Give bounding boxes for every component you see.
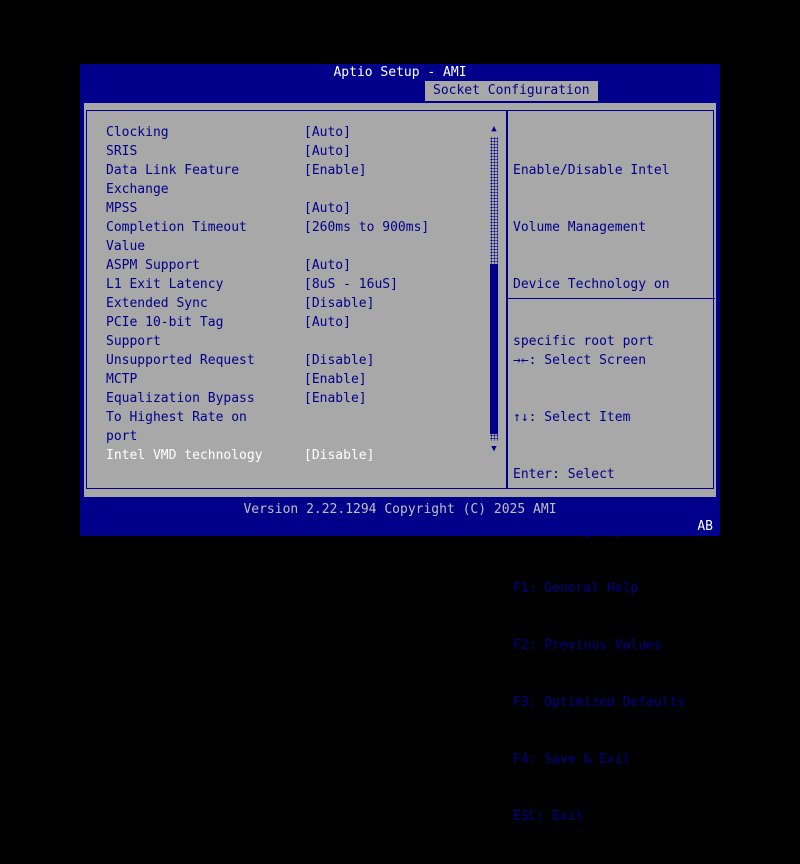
hotkey-select-screen: →←: Select Screen bbox=[513, 351, 685, 370]
scrollbar-thumb[interactable] bbox=[490, 264, 498, 434]
hotkey-change-opt: +/-: Change Opt. bbox=[513, 522, 685, 541]
menu-item-clocking[interactable]: Clocking[Auto] bbox=[87, 123, 490, 142]
hotkey-legend: →←: Select Screen ↑↓: Select Item Enter:… bbox=[513, 313, 685, 864]
hotkey-f4-save-exit: F4: Save & Exit bbox=[513, 750, 685, 769]
main-panel: Clocking[Auto] SRIS[Auto] Data Link Feat… bbox=[84, 103, 716, 497]
option-value[interactable]: [Enable] bbox=[304, 161, 367, 180]
option-value[interactable]: [8uS - 16uS] bbox=[304, 275, 398, 294]
option-value[interactable]: [Enable] bbox=[304, 370, 367, 389]
menu-item-label-wrap: port bbox=[87, 427, 490, 446]
bios-screen: Aptio Setup - AMI Socket Configuration C… bbox=[0, 0, 800, 600]
scroll-down-icon[interactable]: ▼ bbox=[488, 443, 500, 455]
option-value[interactable]: [260ms to 900ms] bbox=[304, 218, 429, 237]
menu-item-extended-sync[interactable]: Extended Sync[Disable] bbox=[87, 294, 490, 313]
menu-item-unsupported-request[interactable]: Unsupported Request[Disable] bbox=[87, 351, 490, 370]
bios-title: Aptio Setup - AMI bbox=[80, 64, 720, 81]
options-pane: Clocking[Auto] SRIS[Auto] Data Link Feat… bbox=[87, 111, 490, 488]
menu-item-mpss[interactable]: MPSS[Auto] bbox=[87, 199, 490, 218]
help-divider bbox=[508, 298, 715, 299]
menu-item-pcie-10bit-tag[interactable]: PCIe 10-bit Tag[Auto] bbox=[87, 313, 490, 332]
menu-item-sris[interactable]: SRIS[Auto] bbox=[87, 142, 490, 161]
hotkey-f3-optimized-defaults: F3: Optimized Defaults bbox=[513, 693, 685, 712]
option-value[interactable]: [Disable] bbox=[304, 351, 374, 370]
option-value[interactable]: [Disable] bbox=[304, 294, 374, 313]
menu-item-equalization-bypass[interactable]: Equalization Bypass[Enable] bbox=[87, 389, 490, 408]
hotkey-esc-exit: ESC: Exit bbox=[513, 807, 685, 826]
menu-item-label-wrap: Support bbox=[87, 332, 490, 351]
menu-item-aspm-support[interactable]: ASPM Support[Auto] bbox=[87, 256, 490, 275]
option-value[interactable]: [Enable] bbox=[304, 389, 367, 408]
menu-item-data-link-feature[interactable]: Data Link Feature[Enable] bbox=[87, 161, 490, 180]
option-value[interactable]: [Auto] bbox=[304, 313, 351, 332]
menu-item-l1-exit-latency[interactable]: L1 Exit Latency[8uS - 16uS] bbox=[87, 275, 490, 294]
tab-socket-configuration[interactable]: Socket Configuration bbox=[425, 81, 598, 101]
option-value[interactable]: [Auto] bbox=[304, 123, 351, 142]
menu-item-label-wrap: To Highest Rate on bbox=[87, 408, 490, 427]
help-pane: Enable/Disable Intel Volume Management D… bbox=[508, 111, 715, 488]
hotkey-f1-general-help: F1: General Help bbox=[513, 579, 685, 598]
menu-item-label-wrap: Value bbox=[87, 237, 490, 256]
hotkey-f2-previous-values: F2: Previous Values bbox=[513, 636, 685, 655]
menu-item-intel-vmd-technology[interactable]: Intel VMD technology[Disable] bbox=[87, 446, 490, 465]
corner-badge: AB bbox=[697, 519, 713, 534]
menu-item-completion-timeout[interactable]: Completion Timeout[260ms to 900ms] bbox=[87, 218, 490, 237]
scrollbar[interactable]: ▲ ▼ bbox=[488, 123, 500, 455]
content-frame: Clocking[Auto] SRIS[Auto] Data Link Feat… bbox=[86, 110, 714, 489]
option-value[interactable]: [Disable] bbox=[304, 446, 374, 465]
menu-item-label-wrap: Exchange bbox=[87, 180, 490, 199]
hotkey-select-item: ↑↓: Select Item bbox=[513, 408, 685, 427]
bios-panel: Aptio Setup - AMI Socket Configuration C… bbox=[80, 64, 720, 536]
version-bar: Version 2.22.1294 Copyright (C) 2025 AMI bbox=[80, 500, 720, 519]
menu-item-mctp[interactable]: MCTP[Enable] bbox=[87, 370, 490, 389]
scroll-up-icon[interactable]: ▲ bbox=[488, 123, 500, 135]
option-value[interactable]: [Auto] bbox=[304, 199, 351, 218]
hotkey-enter-select: Enter: Select bbox=[513, 465, 685, 484]
option-value[interactable]: [Auto] bbox=[304, 142, 351, 161]
option-value[interactable]: [Auto] bbox=[304, 256, 351, 275]
